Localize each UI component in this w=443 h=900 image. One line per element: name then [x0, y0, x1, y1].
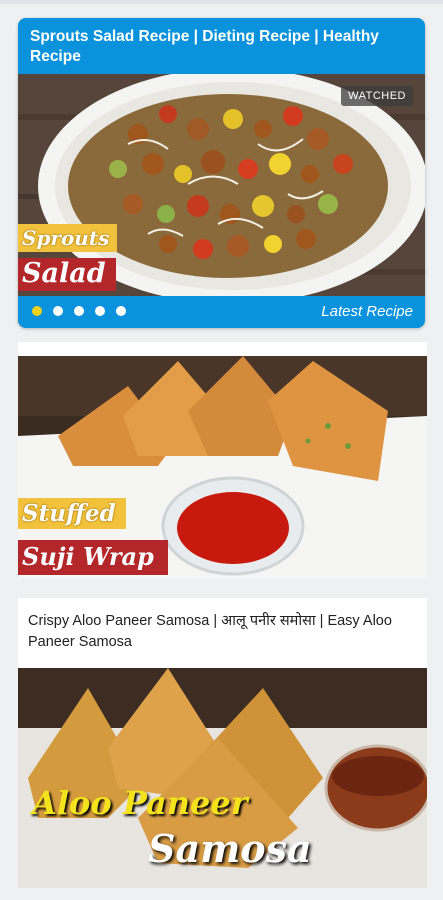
recipe-thumbnail[interactable]: Stuffed Suji Wrap: [18, 356, 427, 578]
featured-recipe-title[interactable]: Sprouts Salad Recipe | Dieting Recipe | …: [18, 18, 425, 74]
recipe-card-suji-wrap[interactable]: Stuffed Suji Wrap: [18, 342, 427, 578]
carousel-dot[interactable]: [53, 306, 63, 316]
recipe-thumbnail[interactable]: Aloo Paneer Samosa: [18, 668, 427, 888]
carousel-dot[interactable]: [32, 306, 42, 316]
thumbnail-overlay-line1: Sprouts: [18, 224, 118, 252]
featured-recipe-thumbnail[interactable]: WATCHED Sprouts Salad: [18, 74, 425, 316]
thumbnail-overlay-line1: Aloo Paneer: [32, 784, 248, 822]
thumbnail-overlay-line2: Salad: [18, 258, 116, 291]
carousel-footer: Latest Recipe: [18, 296, 425, 328]
recipe-title[interactable]: Crispy Aloo Paneer Samosa | आलू पनीर समो…: [18, 598, 427, 668]
carousel-dot[interactable]: [116, 306, 126, 316]
recipe-card-aloo-paneer-samosa[interactable]: Crispy Aloo Paneer Samosa | आलू पनीर समो…: [18, 598, 427, 888]
carousel-dot[interactable]: [74, 306, 84, 316]
carousel-page-indicator: [32, 306, 126, 316]
top-divider: [0, 0, 443, 4]
thumbnail-overlay-line1: Stuffed: [18, 498, 126, 529]
thumbnail-overlay-line2: Samosa: [148, 826, 312, 871]
latest-recipe-label: Latest Recipe: [321, 303, 413, 320]
carousel-dot[interactable]: [95, 306, 105, 316]
watched-badge: WATCHED: [341, 86, 413, 106]
thumbnail-overlay-line2: Suji Wrap: [18, 540, 168, 575]
featured-recipe-card[interactable]: Sprouts Salad Recipe | Dieting Recipe | …: [18, 18, 425, 328]
